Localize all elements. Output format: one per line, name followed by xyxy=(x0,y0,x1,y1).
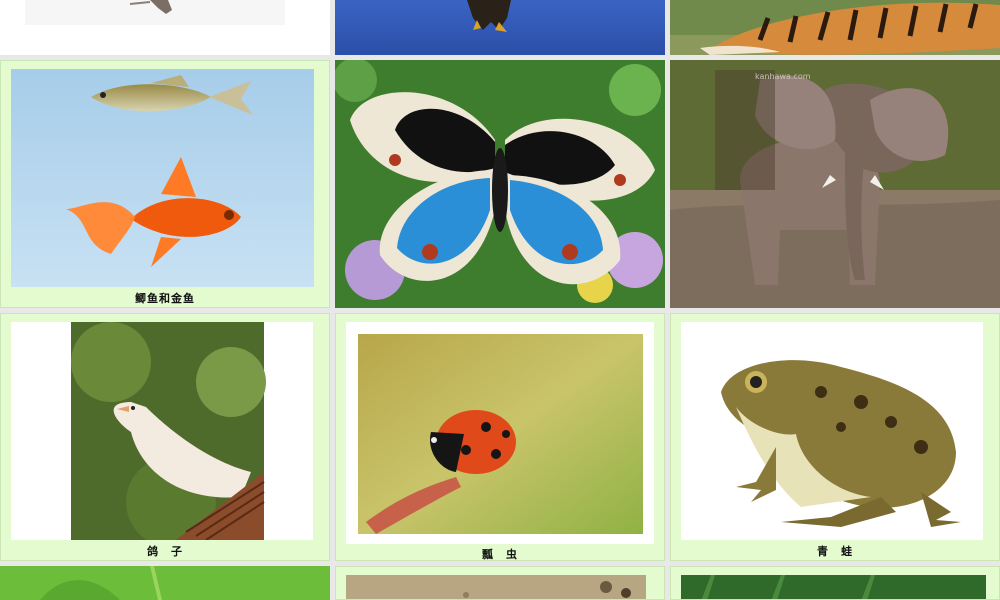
frog-photo-frame xyxy=(681,322,983,540)
tile-butterfly xyxy=(335,60,665,308)
ladybug-photo-frame xyxy=(346,322,654,544)
tile-frog: 青 蛙 xyxy=(670,313,1000,561)
tile-elephant: kanhawa.com xyxy=(670,60,1000,308)
tile-pigeon: 鸽 子 xyxy=(0,313,330,561)
tile-grass-bottom-right xyxy=(670,566,1000,600)
tile-fish: 鲫鱼和金鱼 xyxy=(0,60,330,308)
frog-photo xyxy=(721,360,961,527)
tile-ladybug: 瓢 虫 xyxy=(335,313,665,561)
green-photo xyxy=(681,575,986,599)
tile-bird-top xyxy=(0,0,330,55)
butterfly-photo xyxy=(335,60,665,308)
elephant-photo xyxy=(670,60,1000,308)
ladybug-photo xyxy=(358,334,643,534)
sand-photo xyxy=(346,575,646,599)
eagle-photo xyxy=(335,0,665,55)
caption-ladybug: 瓢 虫 xyxy=(482,548,518,561)
bird-photo xyxy=(0,0,330,55)
tile-tiger-top xyxy=(670,0,1000,55)
caption-frog: 青 蛙 xyxy=(817,545,853,558)
fish-photo xyxy=(11,69,314,287)
pigeon-photo xyxy=(71,322,266,540)
pigeon-photo-frame xyxy=(11,322,313,540)
caption-fish: 鲫鱼和金鱼 xyxy=(135,292,195,305)
tiger-photo xyxy=(670,0,1000,55)
tile-eagle-top xyxy=(335,0,665,55)
tile-sand-bottom xyxy=(335,566,665,600)
grass-photo xyxy=(0,566,330,600)
tile-grass-bottom xyxy=(0,566,330,600)
elephant-watermark: kanhawa.com xyxy=(755,72,811,81)
caption-pigeon: 鸽 子 xyxy=(147,545,183,558)
